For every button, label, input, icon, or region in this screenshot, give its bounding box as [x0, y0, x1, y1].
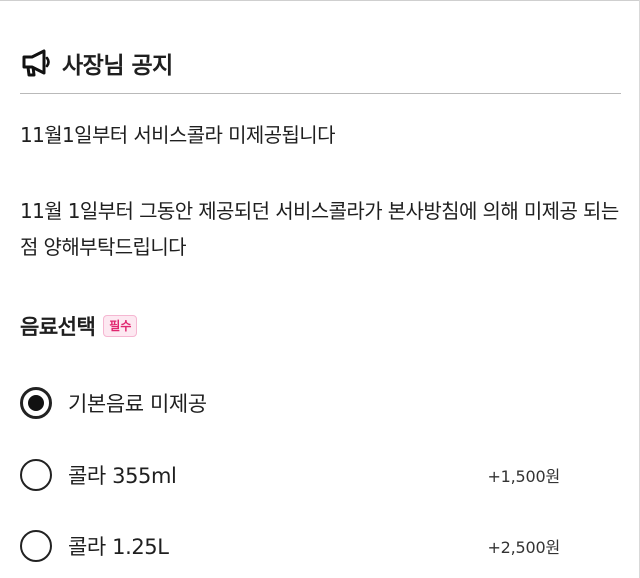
radio-unselected-icon[interactable]: [20, 459, 52, 491]
divider: [20, 93, 621, 94]
option-label: 콜라 1.25L: [68, 535, 169, 559]
option-price: +1,500원: [487, 467, 560, 486]
option-cola-1-25l[interactable]: 콜라 1.25L +2,500원: [20, 526, 560, 566]
radio-dot: [28, 395, 44, 411]
notice-header: 사장님 공지: [20, 44, 173, 82]
notice-title: 사장님 공지: [62, 53, 173, 79]
notice-headline: 11월1일부터 서비스콜라 미제공됩니다: [20, 123, 335, 147]
drink-selection-header: 음료선택 필수: [20, 311, 138, 341]
option-label: 콜라 355ml: [68, 464, 177, 488]
drink-selection-title: 음료선택: [20, 315, 96, 339]
notice-body: 11월 1일부터 그동안 제공되던 서비스콜라가 본사방침에 의해 미제공 되는…: [20, 199, 619, 259]
option-no-drink[interactable]: 기본음료 미제공: [20, 383, 560, 423]
radio-selected-icon[interactable]: [20, 387, 52, 419]
top-border: [0, 0, 640, 1]
option-label: 기본음료 미제공: [68, 392, 207, 416]
option-price: +2,500원: [487, 538, 560, 557]
radio-unselected-icon[interactable]: [20, 530, 52, 562]
required-badge: 필수: [103, 315, 138, 337]
option-cola-355ml[interactable]: 콜라 355ml +1,500원: [20, 455, 560, 495]
megaphone-icon: [20, 48, 52, 78]
